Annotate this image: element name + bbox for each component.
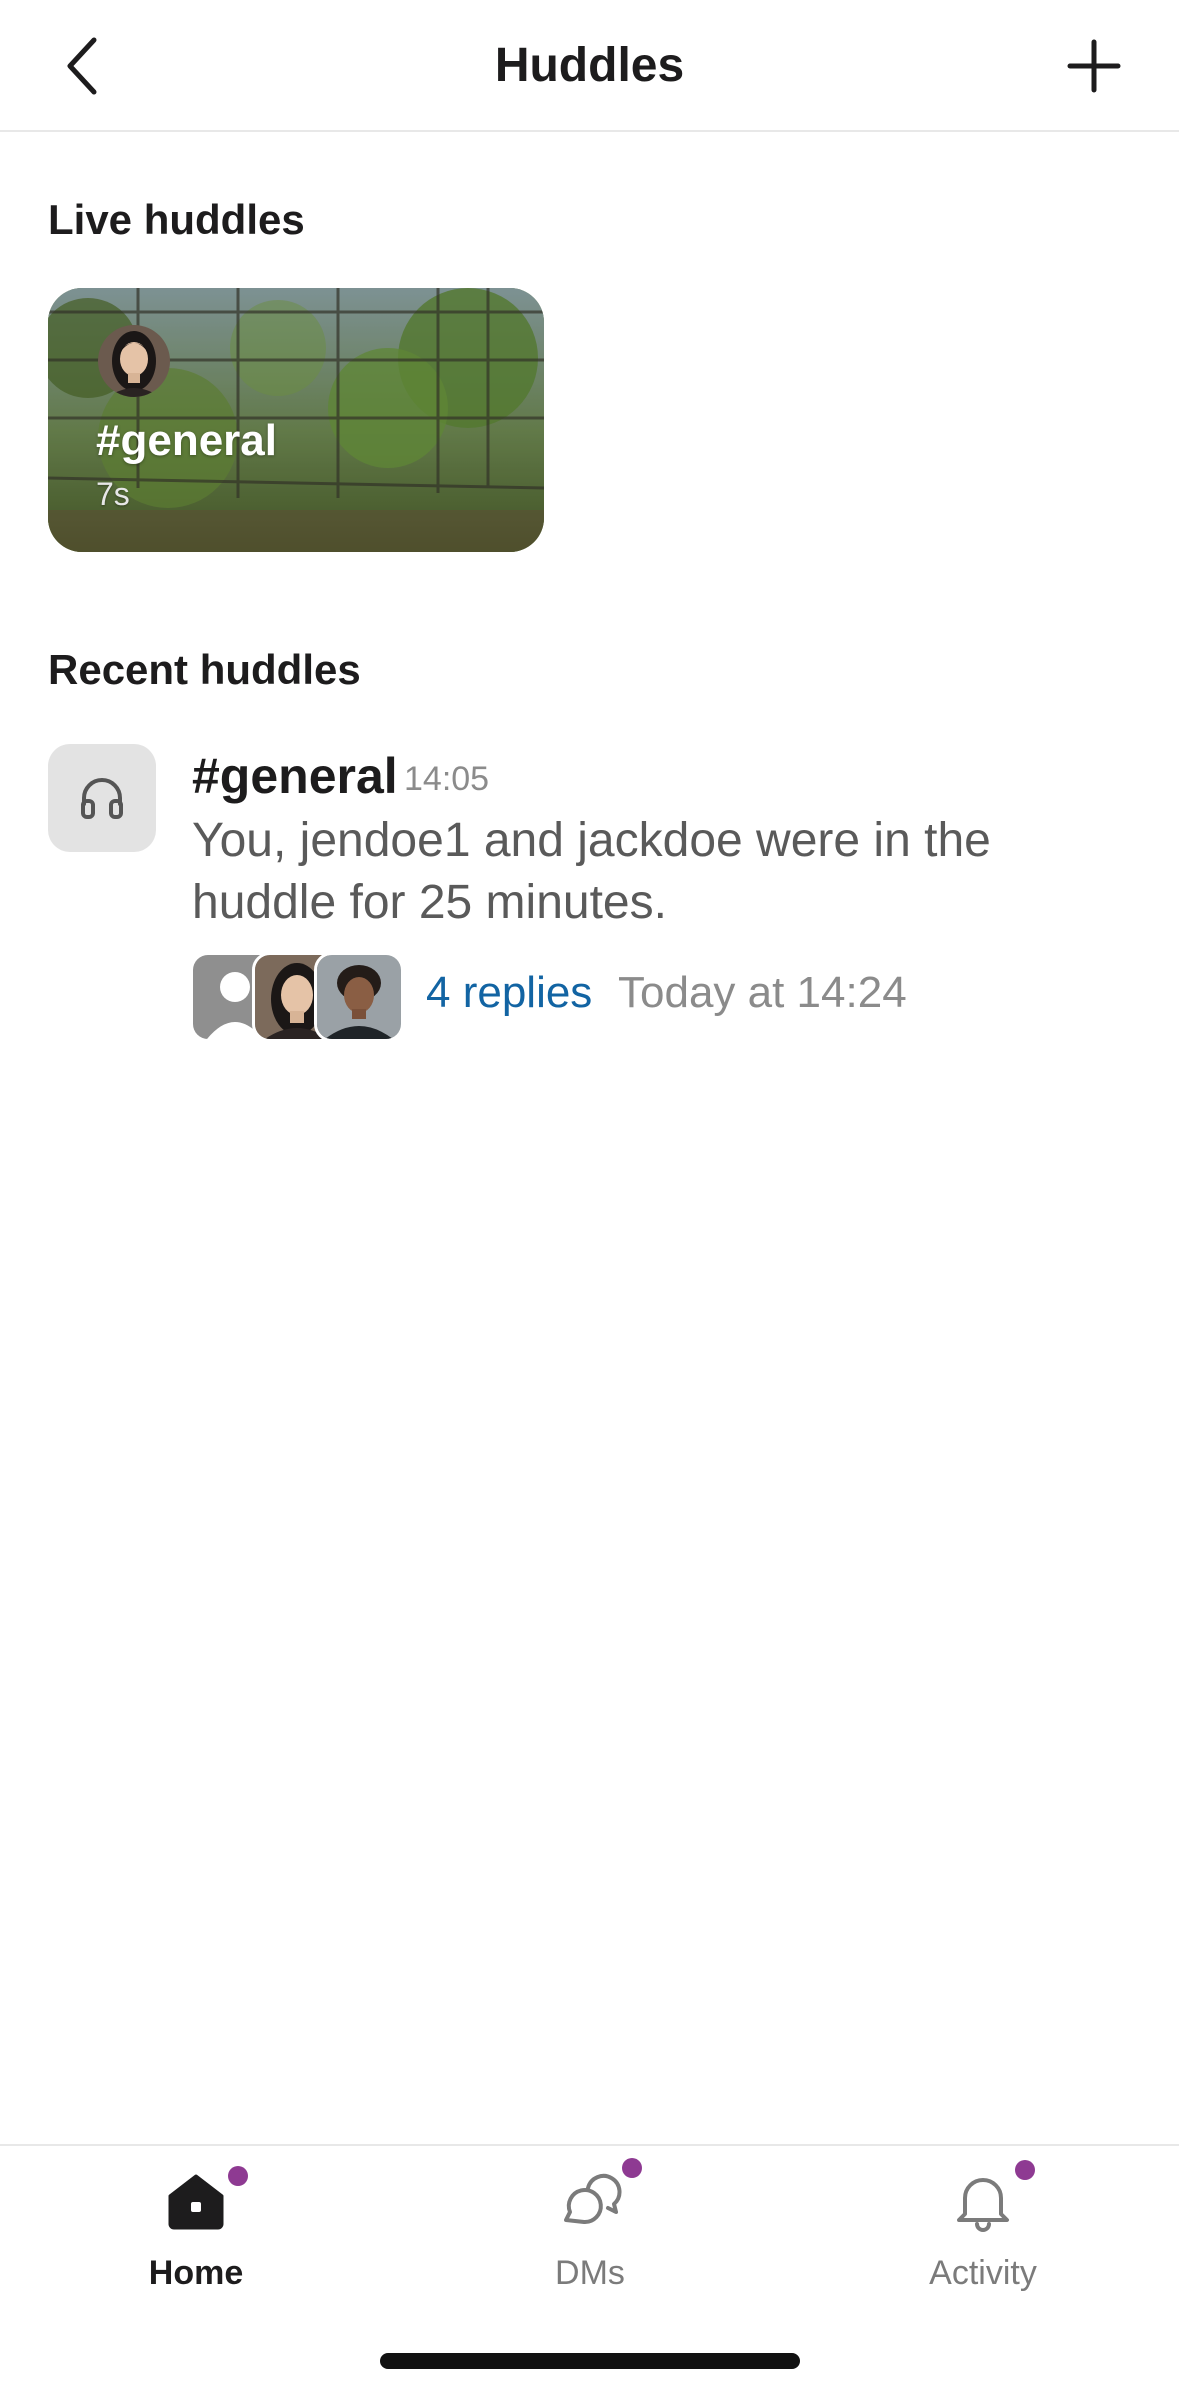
tab-dms-label: DMs [555, 2254, 625, 2292]
tab-home[interactable]: Home [86, 2146, 306, 2316]
tab-activity-label: Activity [929, 2254, 1037, 2292]
live-huddles-heading: Live huddles [48, 196, 305, 243]
new-huddle-button[interactable] [1066, 38, 1122, 94]
headphones-icon [81, 778, 123, 819]
home-badge [228, 2166, 248, 2186]
live-huddle-channel: #general [96, 416, 277, 465]
participant-avatar [96, 323, 172, 399]
recent-huddles-heading: Recent huddles [48, 646, 361, 693]
replies-link[interactable]: 4 replies [426, 966, 592, 1020]
home-icon [168, 2174, 224, 2230]
live-huddle-card[interactable]: #general 7s [48, 288, 544, 552]
bell-icon [957, 2178, 1009, 2232]
tab-dms[interactable]: DMs [480, 2146, 700, 2316]
live-huddle-duration: 7s [96, 476, 130, 512]
page-title: Huddles [494, 39, 685, 92]
participant-facepile [190, 952, 406, 1042]
recent-huddle-summary: You, jendoe1 and jackdoe were in the hud… [192, 814, 991, 929]
dms-icon [564, 2173, 622, 2225]
man-avatar-icon [317, 955, 401, 1039]
recent-huddle-channel: #general [192, 748, 398, 804]
jackdoe-avatar [314, 952, 404, 1042]
top-nav-bar: Huddles [0, 0, 1179, 132]
woman-avatar-icon [98, 325, 170, 397]
plus-icon [1067, 39, 1121, 93]
dms-badge [622, 2158, 642, 2178]
tab-activity[interactable]: Activity [873, 2146, 1093, 2316]
activity-badge [1015, 2160, 1035, 2180]
tab-home-label: Home [148, 2254, 244, 2292]
huddle-icon-tile [48, 744, 156, 852]
last-reply-time: Today at 14:24 [618, 968, 907, 1017]
recent-huddle-time: 14:05 [404, 760, 490, 798]
recent-huddle-item[interactable]: #general 14:05 You, jendoe1 and jackdoe … [0, 740, 1179, 1050]
home-indicator[interactable] [380, 2353, 800, 2369]
